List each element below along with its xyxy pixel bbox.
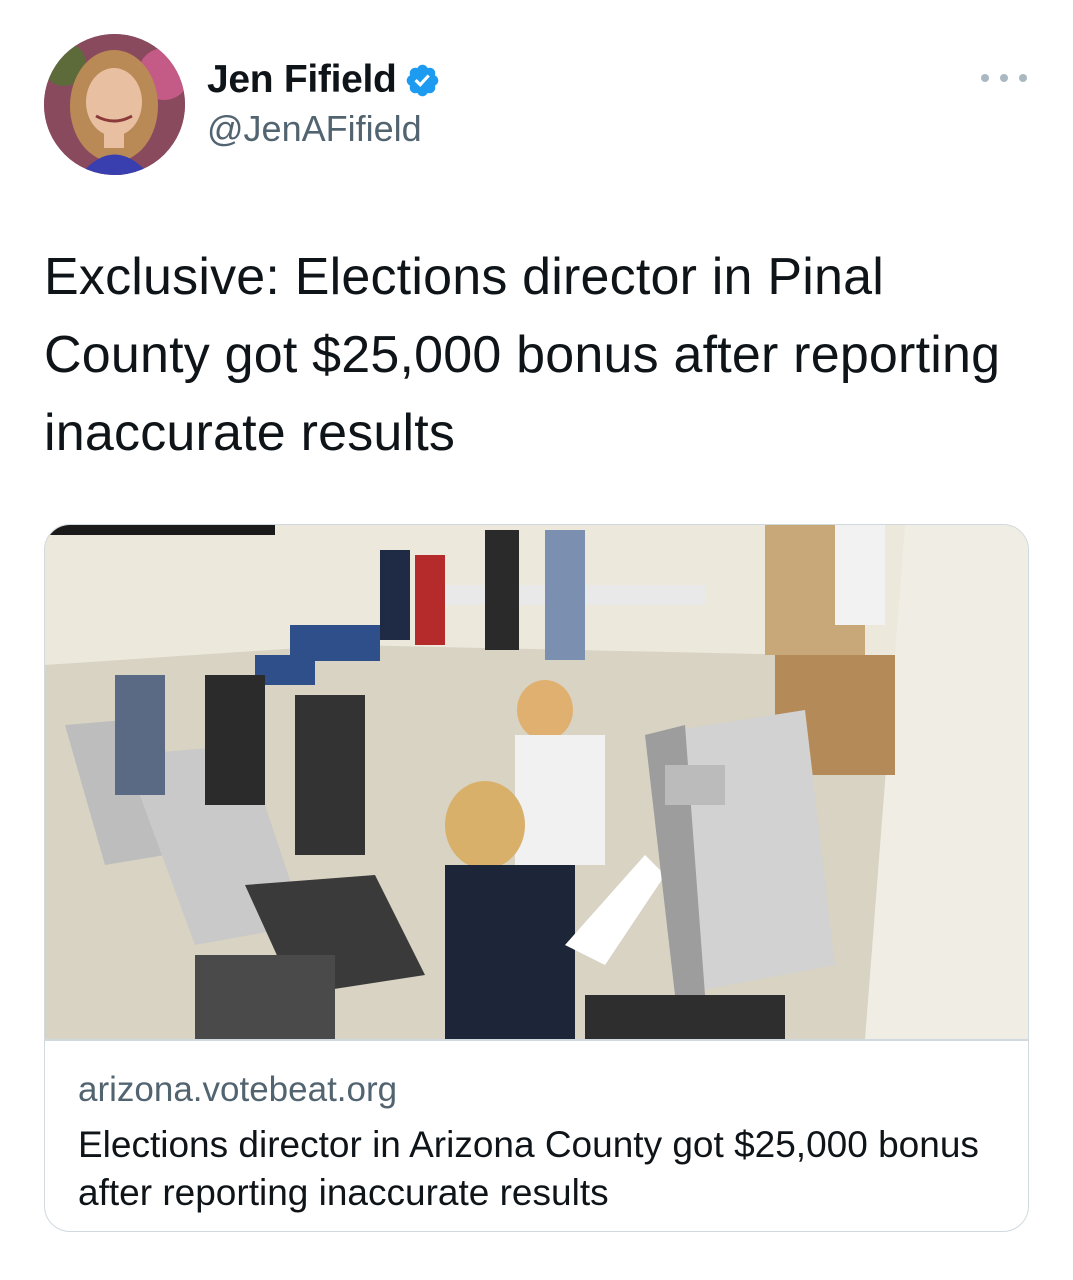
avatar-image: [44, 34, 185, 175]
card-divider: [45, 1039, 1028, 1041]
tweet-header: Jen Fifield @JenAFifield: [44, 34, 1029, 176]
more-options-icon[interactable]: [981, 68, 1027, 88]
more-dot: [1000, 74, 1008, 82]
card-image[interactable]: [45, 525, 1028, 1039]
more-dot: [1019, 74, 1027, 82]
avatar[interactable]: [44, 34, 185, 175]
card-domain[interactable]: arizona.votebeat.org: [78, 1070, 397, 1110]
display-name[interactable]: Jen Fifield: [207, 58, 397, 102]
name-row: Jen Fifield: [207, 58, 441, 102]
author-info: Jen Fifield @JenAFifield: [207, 58, 441, 150]
card-title[interactable]: Elections director in Arizona County got…: [78, 1121, 998, 1217]
link-card[interactable]: arizona.votebeat.org Elections director …: [44, 524, 1029, 1232]
handle[interactable]: @JenAFifield: [207, 108, 441, 150]
more-dot: [981, 74, 989, 82]
verified-badge-icon: [404, 62, 441, 99]
tweet-text: Exclusive: Elections director in Pinal C…: [44, 248, 1001, 462]
